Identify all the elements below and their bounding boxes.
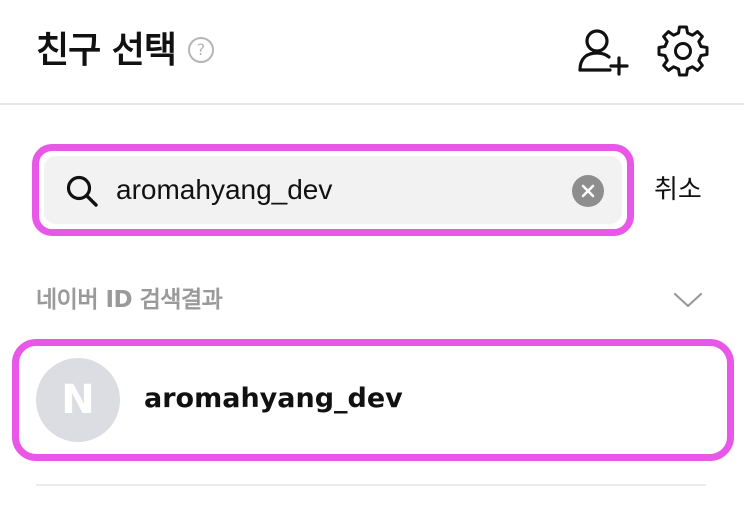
- collapse-toggle[interactable]: [672, 289, 704, 311]
- clear-search-button[interactable]: [572, 175, 604, 207]
- divider: [36, 484, 706, 486]
- chevron-down-icon: [673, 292, 703, 308]
- help-icon[interactable]: ?: [188, 37, 214, 63]
- result-username: aromahyang_dev: [144, 383, 403, 414]
- page-title: 친구 선택: [36, 30, 177, 71]
- search-box[interactable]: [44, 156, 622, 224]
- search-result-item[interactable]: N aromahyang_dev: [24, 350, 722, 450]
- cancel-button[interactable]: 취소: [654, 172, 702, 208]
- avatar: N: [36, 358, 120, 442]
- gear-icon: [657, 25, 709, 77]
- add-friend-button[interactable]: [576, 26, 630, 76]
- clear-x-icon: [581, 184, 595, 198]
- search-icon: [66, 175, 98, 207]
- search-input[interactable]: [116, 166, 556, 214]
- settings-button[interactable]: [657, 25, 709, 77]
- header-bar: 친구 선택 ?: [0, 0, 744, 105]
- section-title: 네이버 ID 검색결과: [36, 287, 223, 313]
- person-plus-icon: [578, 29, 629, 76]
